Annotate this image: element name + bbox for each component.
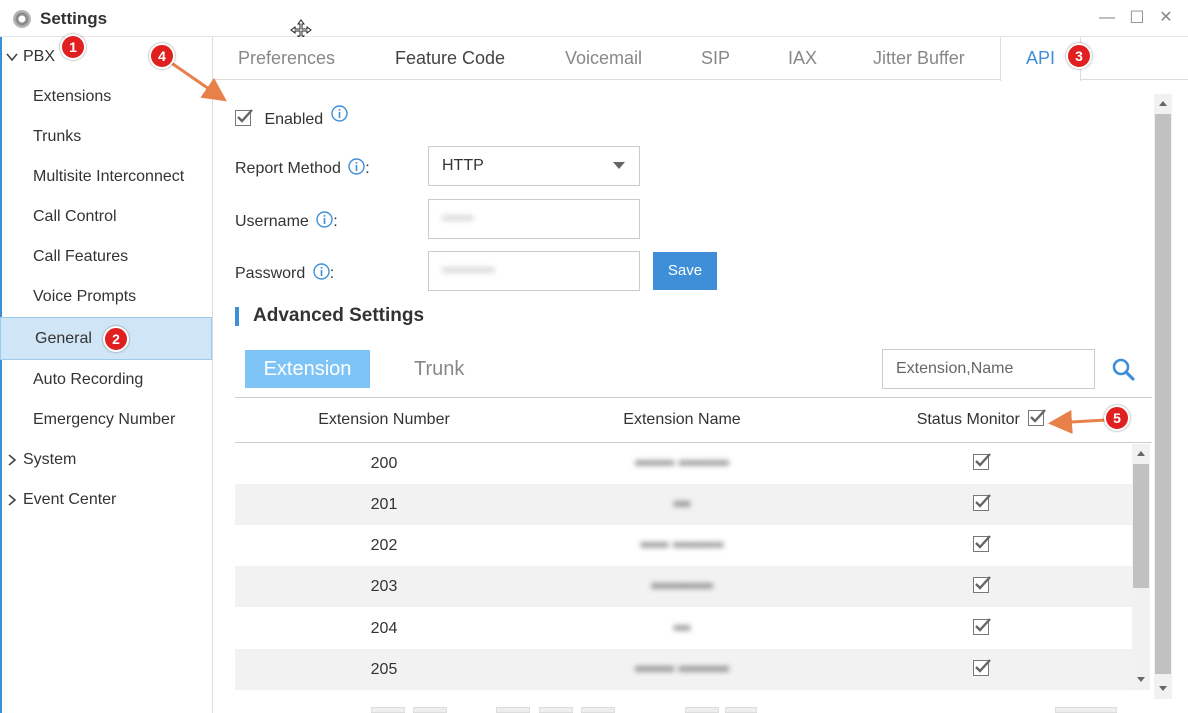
annotation-arrow-5	[1048, 409, 1107, 434]
annotation-badge-3: 3	[1066, 43, 1092, 69]
annotation-badge-4: 4	[149, 43, 175, 69]
annotation-badge-5: 5	[1104, 405, 1130, 431]
settings-window: Settings — ☐ ✕ PBX Extensions Trunks Mul…	[0, 0, 1188, 713]
annotation-badge-1: 1	[60, 34, 86, 60]
annotation-badge-2: 2	[103, 326, 129, 352]
annotation-arrow-4	[169, 60, 227, 102]
annotation-arrows	[169, 60, 1107, 434]
